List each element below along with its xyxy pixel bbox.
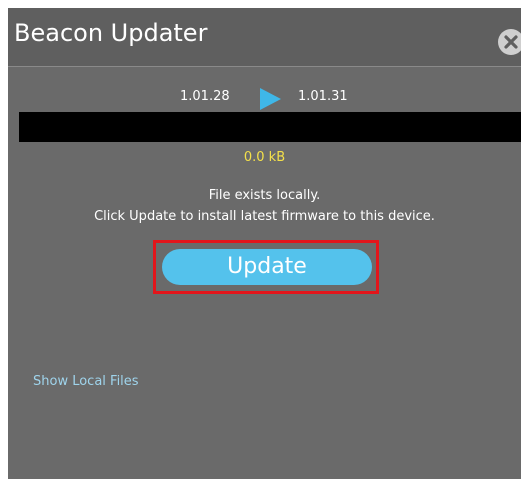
beacon-updater-window: Beacon Updater 1.01.28 1.01.31 0.0 kB Fi… (8, 8, 521, 479)
update-button[interactable]: Update (162, 249, 372, 285)
play-arrow-icon (260, 88, 281, 110)
current-version: 1.01.28 (180, 89, 230, 104)
show-local-files-link[interactable]: Show Local Files (33, 374, 139, 389)
status-message-line2: Click Update to install latest firmware … (94, 209, 435, 224)
close-icon (504, 35, 518, 49)
window-title: Beacon Updater (14, 19, 208, 47)
download-progress-bar (19, 112, 521, 142)
close-button[interactable] (498, 29, 521, 55)
latest-version: 1.01.31 (298, 89, 348, 104)
title-bar: Beacon Updater (8, 8, 521, 67)
status-message-line1: File exists locally. (208, 188, 321, 203)
downloaded-size-label: 0.0 kB (243, 150, 286, 165)
version-row: 1.01.28 1.01.31 (8, 87, 521, 111)
